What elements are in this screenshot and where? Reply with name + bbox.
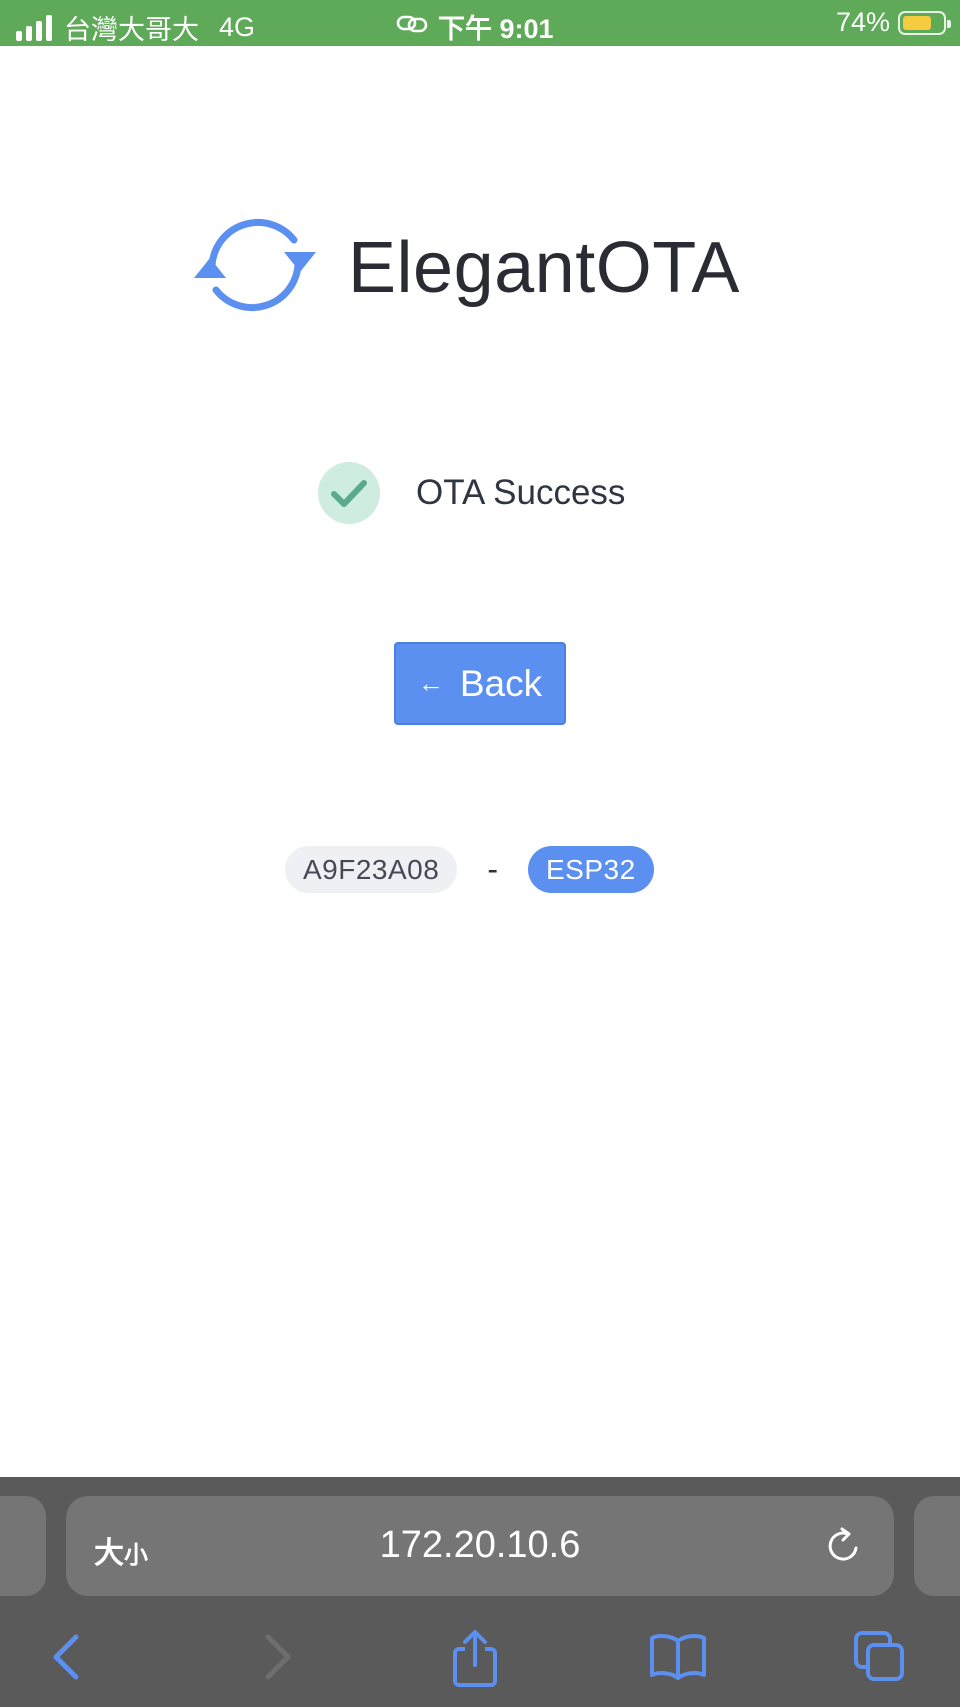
- badge-separator: -: [487, 851, 498, 887]
- status-bar: 台灣大哥大 4G 下午 9:01 74%: [0, 0, 960, 46]
- back-button[interactable]: ← Back: [394, 642, 566, 725]
- previous-tab[interactable]: [0, 1496, 46, 1596]
- carrier-label: 台灣大哥大: [64, 15, 199, 45]
- browser-bottom-bar: 大小 172.20.10.6: [0, 1477, 960, 1707]
- link-icon: [396, 11, 428, 42]
- back-button-label: Back: [459, 662, 543, 704]
- check-icon: [318, 462, 380, 524]
- logo-text: ElegantOTA: [348, 227, 740, 308]
- tabs-icon[interactable]: [852, 1629, 908, 1690]
- signal-icon: [16, 14, 52, 41]
- network-label: 4G: [219, 12, 256, 42]
- url-text: 172.20.10.6: [379, 1524, 581, 1566]
- device-info: A9F23A08 - ESP32: [285, 846, 654, 893]
- battery-fill: [903, 15, 931, 30]
- forward-icon[interactable]: [256, 1629, 296, 1690]
- battery-icon: [898, 10, 951, 35]
- share-icon[interactable]: [450, 1629, 500, 1694]
- bookmarks-icon[interactable]: [648, 1629, 708, 1690]
- sync-arrows-icon: [190, 210, 320, 325]
- address-bar[interactable]: 大小 172.20.10.6: [66, 1496, 894, 1596]
- browser-toolbar: [0, 1617, 960, 1707]
- back-icon[interactable]: [48, 1629, 88, 1690]
- chip-badge: ESP32: [527, 846, 654, 893]
- next-tab[interactable]: [914, 1496, 960, 1596]
- firmware-id-badge: A9F23A08: [285, 846, 458, 893]
- app-logo: ElegantOTA: [190, 210, 740, 325]
- battery-percent: 74%: [835, 7, 890, 37]
- ota-status: OTA Success: [318, 462, 625, 524]
- reload-icon[interactable]: [822, 1524, 866, 1573]
- arrow-left-icon: ←: [417, 668, 444, 698]
- status-message: OTA Success: [416, 473, 626, 512]
- clock: 下午 9:01: [438, 14, 554, 44]
